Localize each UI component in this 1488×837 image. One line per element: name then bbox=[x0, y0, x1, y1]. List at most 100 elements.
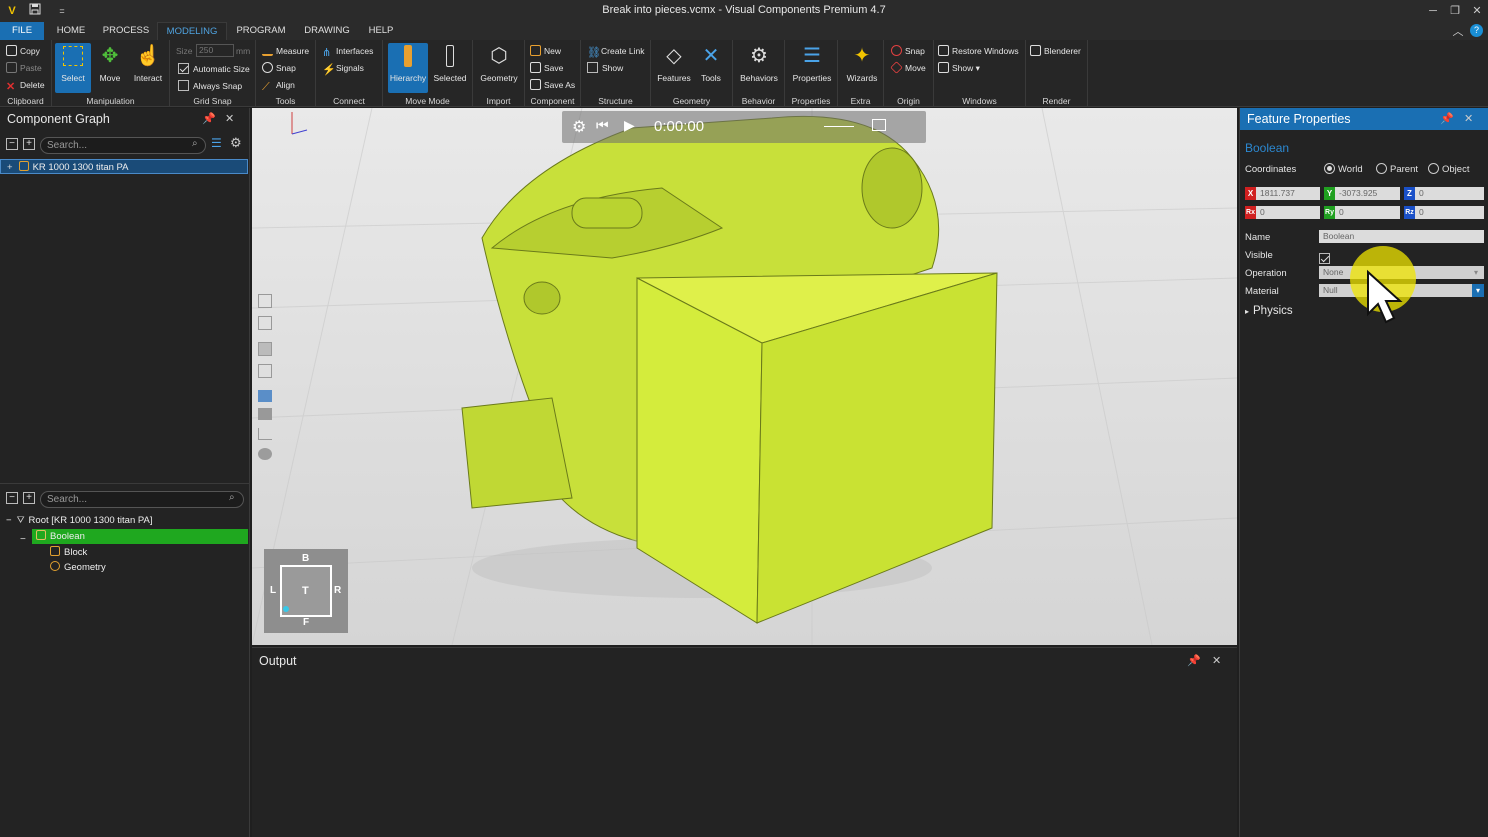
expand-icon[interactable]: + bbox=[7, 162, 13, 173]
pin-icon[interactable]: 📌 bbox=[202, 108, 216, 130]
navcube-front[interactable]: F bbox=[303, 617, 309, 628]
tree-item-component[interactable]: + KR 1000 1300 titan PA bbox=[0, 159, 248, 174]
view-mode-icon[interactable] bbox=[258, 342, 272, 356]
collapse-icon[interactable]: − bbox=[6, 515, 12, 526]
expand-all-button[interactable]: + bbox=[23, 138, 35, 150]
tree-item-boolean[interactable]: Boolean bbox=[32, 529, 248, 544]
hierarchy-button[interactable]: Hierarchy bbox=[388, 43, 428, 93]
physics-section-toggle[interactable]: ▸ Physics bbox=[1245, 305, 1293, 317]
close-panel-icon[interactable]: ✕ bbox=[1464, 108, 1473, 130]
box-select-icon[interactable] bbox=[258, 364, 272, 378]
blenderer-button[interactable]: Blenderer bbox=[1030, 44, 1081, 58]
tab-help[interactable]: HELP bbox=[362, 22, 400, 40]
component-search-input[interactable]: Search... bbox=[40, 137, 206, 154]
tab-process[interactable]: PROCESS bbox=[100, 22, 152, 40]
tree-item-block[interactable]: Block bbox=[50, 545, 87, 560]
ry-rotation-input[interactable]: 0 bbox=[1335, 206, 1400, 219]
structure-show-checkbox[interactable]: Show bbox=[587, 61, 623, 75]
snap-button[interactable]: Snap bbox=[262, 61, 296, 75]
pin-icon[interactable]: 📌 bbox=[1187, 650, 1201, 672]
interfaces-button[interactable]: ⋔ Interfaces bbox=[322, 44, 373, 59]
radio-object[interactable]: Object bbox=[1428, 163, 1469, 175]
close-button[interactable]: ✕ bbox=[1469, 3, 1485, 19]
save-as-component-button[interactable]: Save As bbox=[530, 78, 575, 92]
collapse-all-button[interactable]: − bbox=[6, 138, 18, 150]
visible-checkbox[interactable] bbox=[1319, 249, 1334, 267]
tree-item-root[interactable]: − ⛛ Root [KR 1000 1300 titan PA] bbox=[6, 513, 152, 528]
name-input[interactable]: Boolean bbox=[1319, 230, 1484, 243]
wizards-button[interactable]: ✦ Wizards bbox=[842, 43, 882, 93]
signals-button[interactable]: ⚡Signals bbox=[322, 61, 364, 76]
navcube-left[interactable]: L bbox=[270, 585, 276, 596]
automatic-size-checkbox[interactable]: Automatic Size bbox=[178, 62, 250, 76]
help-icon[interactable]: ? bbox=[1470, 24, 1483, 37]
grid-size-input[interactable]: 250 bbox=[196, 44, 234, 57]
behaviors-button[interactable]: ⚙ Behaviors bbox=[737, 43, 781, 93]
always-snap-checkbox[interactable]: Always Snap bbox=[178, 79, 242, 93]
tree-item-geometry[interactable]: Geometry bbox=[50, 560, 106, 575]
restore-button[interactable]: ❐ bbox=[1447, 3, 1463, 19]
collapse-icon[interactable]: − bbox=[20, 534, 26, 545]
tab-file[interactable]: FILE bbox=[0, 22, 44, 40]
render-sphere-icon[interactable] bbox=[258, 448, 272, 460]
fit-all-icon[interactable] bbox=[258, 294, 272, 308]
hierarchy-search-input[interactable]: Search... bbox=[40, 491, 244, 508]
windows-show-dropdown[interactable]: Show ▾ bbox=[938, 61, 980, 75]
new-component-button[interactable]: New bbox=[530, 44, 561, 58]
display-mode-icon[interactable] bbox=[258, 408, 272, 420]
restore-windows-button[interactable]: Restore Windows bbox=[938, 44, 1019, 58]
radio-parent[interactable]: Parent bbox=[1376, 163, 1418, 175]
chevron-down-icon[interactable]: ▾ bbox=[1474, 266, 1478, 279]
settings-gear-icon[interactable]: ⚙ bbox=[572, 117, 586, 137]
rz-rotation-input[interactable]: 0 bbox=[1415, 206, 1484, 219]
origin-snap-button[interactable]: Snap bbox=[891, 44, 925, 58]
navcube-right[interactable]: R bbox=[334, 585, 341, 596]
measure-button[interactable]: Measure bbox=[262, 44, 309, 58]
expand-all-hierarchy-button[interactable]: + bbox=[23, 492, 35, 504]
tab-program[interactable]: PROGRAM bbox=[232, 22, 290, 40]
move-button[interactable]: ✥ Move bbox=[92, 43, 128, 93]
collapse-ribbon-icon[interactable]: ︿ bbox=[1450, 24, 1466, 40]
save-component-button[interactable]: Save bbox=[530, 61, 563, 75]
copy-button[interactable]: Copy bbox=[6, 44, 40, 58]
selected-button[interactable]: Selected bbox=[431, 43, 469, 93]
features-button[interactable]: ◇ Features bbox=[655, 43, 693, 93]
z-coordinate-input[interactable]: 0 bbox=[1415, 187, 1484, 200]
settings-gear-icon[interactable]: ⚙ bbox=[230, 135, 242, 151]
rx-rotation-input[interactable]: 0 bbox=[1256, 206, 1320, 219]
create-link-button[interactable]: ⛓Create Link bbox=[587, 44, 644, 59]
filter-icon[interactable]: ☰ bbox=[211, 136, 222, 150]
tab-drawing[interactable]: DRAWING bbox=[300, 22, 354, 40]
tab-home[interactable]: HOME bbox=[48, 22, 94, 40]
tab-modeling[interactable]: MODELING bbox=[157, 22, 227, 40]
delete-button[interactable]: ✕ Delete bbox=[6, 78, 45, 93]
fit-icon[interactable] bbox=[872, 119, 886, 131]
close-panel-icon[interactable]: ✕ bbox=[225, 108, 234, 130]
x-coordinate-input[interactable]: 1811.737 bbox=[1256, 187, 1320, 200]
fit-selection-icon[interactable] bbox=[258, 316, 272, 330]
axis-icon[interactable] bbox=[258, 428, 272, 440]
origin-move-button[interactable]: Move bbox=[890, 61, 926, 75]
radio-world[interactable]: World bbox=[1324, 163, 1363, 175]
properties-button[interactable]: ☰ Properties bbox=[789, 43, 835, 93]
reset-icon[interactable]: ⏮ bbox=[596, 117, 609, 134]
speed-slider[interactable] bbox=[824, 126, 854, 127]
navigation-cube[interactable]: B L T R F bbox=[264, 549, 348, 633]
collapse-all-hierarchy-button[interactable]: − bbox=[6, 492, 18, 504]
select-button[interactable]: Select bbox=[55, 43, 91, 93]
import-geometry-button[interactable]: ⬡ Geometry bbox=[479, 43, 519, 93]
3d-viewport[interactable]: ⚙ ⏮ ▶ 0:00:00 B L T R F bbox=[252, 108, 1237, 645]
navcube-top[interactable]: T bbox=[302, 585, 309, 597]
close-panel-icon[interactable]: ✕ bbox=[1212, 650, 1221, 672]
chevron-down-icon[interactable]: ▾ bbox=[1472, 284, 1484, 297]
align-button[interactable]: ⟋ Align bbox=[262, 78, 295, 93]
paste-button[interactable]: Paste bbox=[6, 61, 42, 75]
camera-icon[interactable] bbox=[258, 390, 272, 402]
play-icon[interactable]: ▶ bbox=[624, 117, 635, 134]
geometry-tools-button[interactable]: ✕ Tools bbox=[693, 43, 729, 93]
interact-button[interactable]: ☝ Interact bbox=[130, 43, 166, 93]
pin-icon[interactable]: 📌 bbox=[1440, 108, 1454, 130]
minimize-button[interactable]: ─ bbox=[1425, 3, 1441, 19]
navcube-back[interactable]: B bbox=[302, 553, 309, 564]
y-coordinate-input[interactable]: -3073.925 bbox=[1335, 187, 1400, 200]
